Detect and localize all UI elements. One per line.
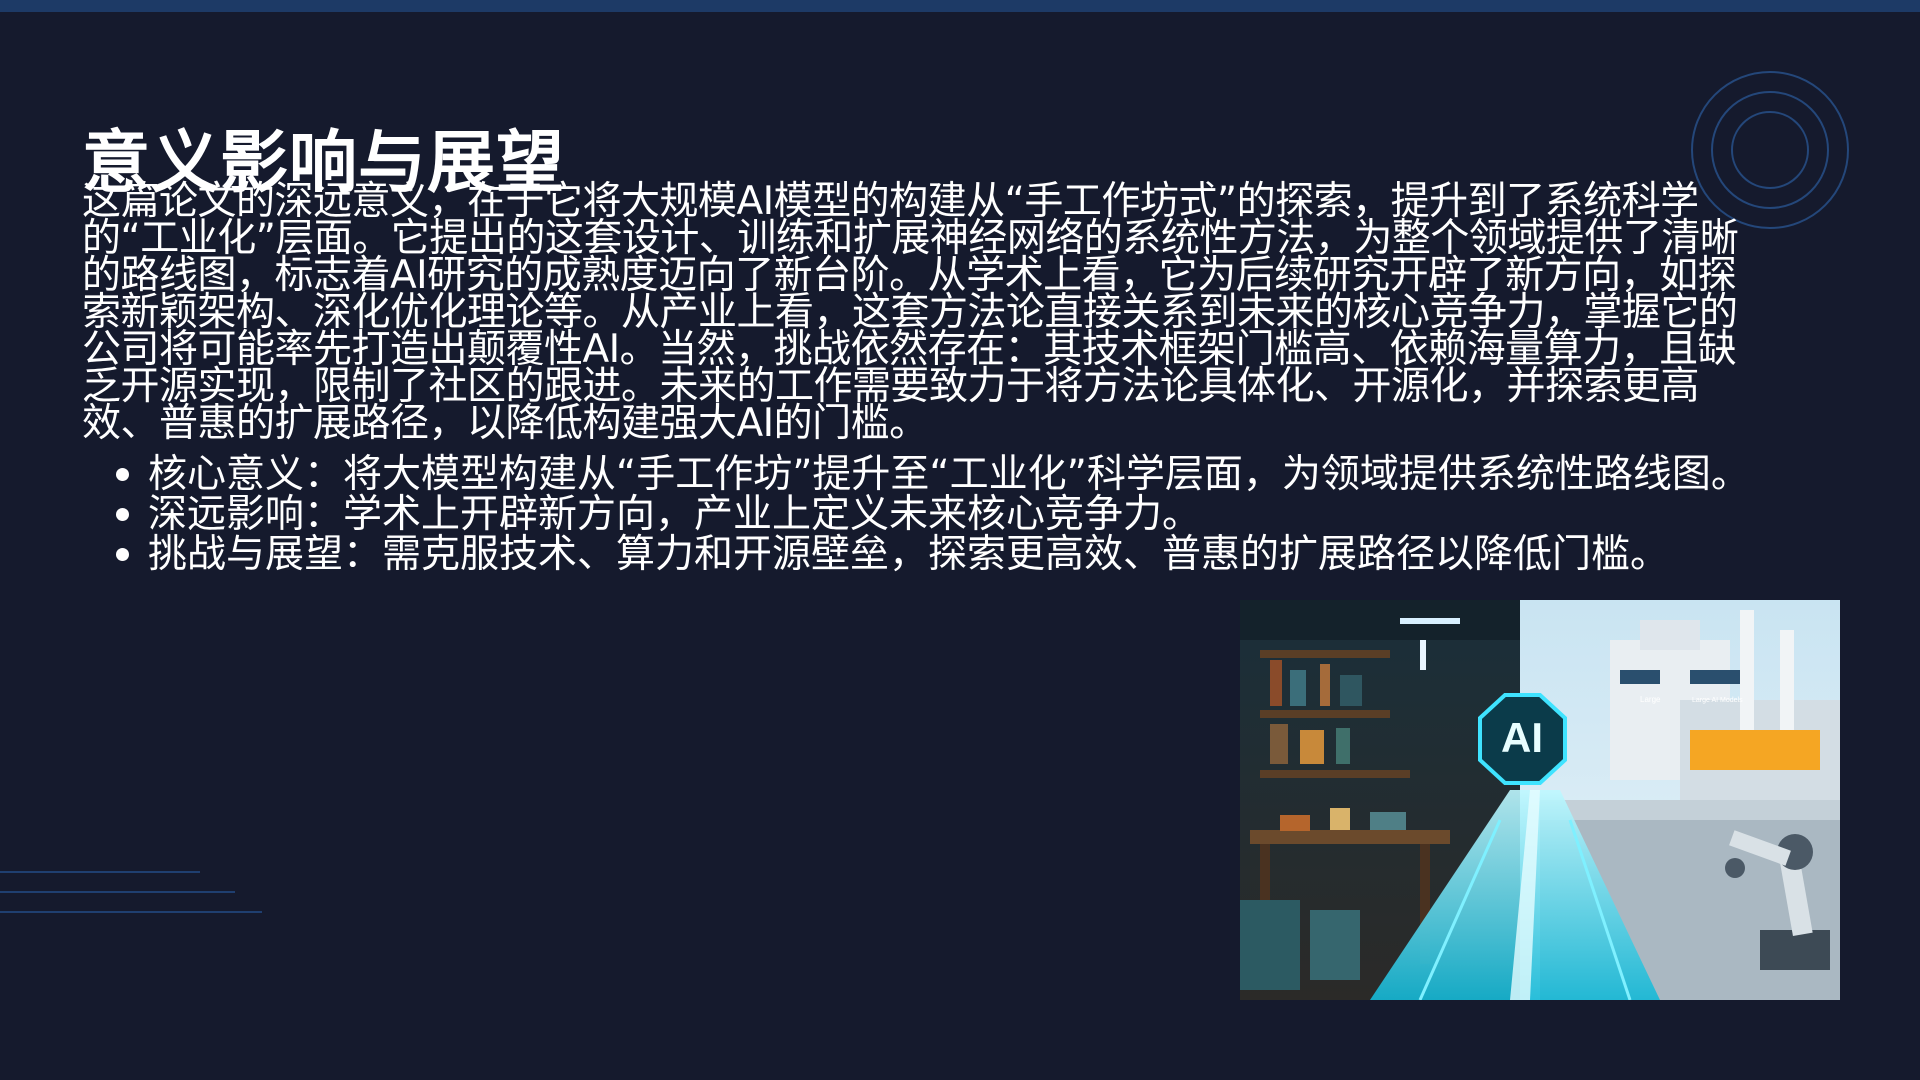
factory-sign-left: Large xyxy=(1640,695,1661,704)
ai-chip-label: AI xyxy=(1501,714,1543,761)
bullet-dot-icon xyxy=(116,548,129,561)
bullet-dot-icon xyxy=(116,468,129,481)
workshop-to-factory-illustration: AI Large Large AI Models xyxy=(1240,600,1840,1000)
factory-sign-right: Large AI Models xyxy=(1692,697,1743,704)
bullet-dot-icon xyxy=(116,508,129,521)
bullet-item: 深远影响：学术上开辟新方向，产业上定义未来核心竞争力。 xyxy=(112,495,1832,535)
bullet-text: 核心意义：将大模型构建从“手工作坊”提升至“工业化”科学层面，为领域提供系统性路… xyxy=(148,452,1750,497)
bullet-item: 核心意义：将大模型构建从“手工作坊”提升至“工业化”科学层面，为领域提供系统性路… xyxy=(112,455,1832,495)
bullet-text: 挑战与展望：需克服技术、算力和开源壁垒，探索更高效、普惠的扩展路径以降低门槛。 xyxy=(148,532,1670,577)
bullet-list: 核心意义：将大模型构建从“手工作坊”提升至“工业化”科学层面，为领域提供系统性路… xyxy=(112,455,1832,575)
body-paragraph: 这篇论文的深远意义，在于它将大规模AI模型的构建从“手工作坊式”的探索，提升到了… xyxy=(82,179,1739,446)
top-accent-bar xyxy=(0,0,1920,12)
bullet-text: 深远影响：学术上开辟新方向，产业上定义未来核心竞争力。 xyxy=(148,492,1202,537)
bullet-item: 挑战与展望：需克服技术、算力和开源壁垒，探索更高效、普惠的扩展路径以降低门槛。 xyxy=(112,535,1832,575)
decorative-lines xyxy=(0,871,262,913)
illustration-svg: AI Large Large AI Models xyxy=(1240,600,1840,1000)
